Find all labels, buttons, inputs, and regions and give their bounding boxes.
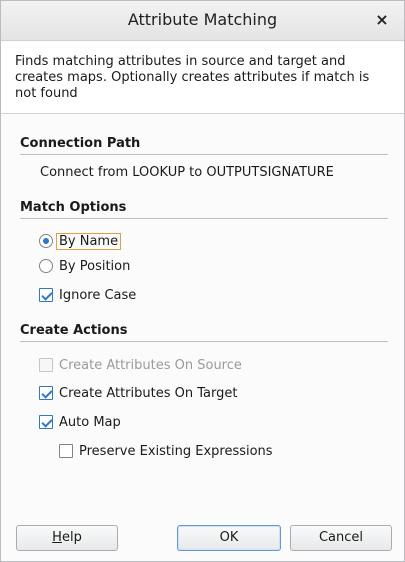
auto-map-label: Auto Map	[59, 414, 121, 430]
auto-map-checkbox[interactable]: Auto Map	[39, 412, 121, 432]
radio-unselected-icon[interactable]	[39, 259, 53, 273]
radio-selected-icon[interactable]	[39, 234, 53, 248]
match-options-heading: Match Options	[20, 200, 388, 219]
checkbox-checked-icon[interactable]	[39, 415, 53, 429]
ignore-case-label: Ignore Case	[59, 287, 137, 303]
attribute-matching-dialog: Attribute Matching × Finds matching attr…	[0, 0, 405, 562]
help-label: elp	[61, 530, 82, 545]
by-position-label: By Position	[59, 258, 131, 274]
dialog-title: Attribute Matching	[127, 10, 278, 29]
preserve-expressions-label: Preserve Existing Expressions	[79, 443, 273, 459]
checkbox-checked-icon[interactable]	[39, 386, 53, 400]
create-on-source-label: Create Attributes On Source	[59, 357, 242, 373]
close-icon[interactable]: ×	[372, 9, 392, 31]
create-on-source-checkbox: Create Attributes On Source	[39, 355, 242, 375]
by-name-label: By Name	[56, 232, 122, 250]
title-bar: Attribute Matching ×	[1, 1, 404, 41]
create-actions-heading: Create Actions	[20, 323, 388, 342]
help-mnemonic: H	[52, 530, 62, 545]
checkbox-disabled-icon	[39, 358, 53, 372]
create-on-target-checkbox[interactable]: Create Attributes On Target	[39, 383, 237, 403]
dialog-description: Finds matching attributes in source and …	[1, 42, 404, 114]
connection-path-heading: Connection Path	[20, 136, 388, 155]
cancel-button[interactable]: Cancel	[290, 525, 392, 551]
ignore-case-checkbox[interactable]: Ignore Case	[39, 285, 136, 305]
help-button[interactable]: Help	[16, 525, 118, 551]
checkbox-unchecked-icon[interactable]	[59, 444, 73, 458]
by-name-radio[interactable]: By Name	[39, 231, 122, 251]
preserve-expressions-checkbox[interactable]: Preserve Existing Expressions	[59, 441, 273, 461]
create-on-target-label: Create Attributes On Target	[59, 385, 238, 401]
checkbox-checked-icon[interactable]	[39, 288, 53, 302]
connection-path-text: Connect from LOOKUP to OUTPUTSIGNATURE	[40, 165, 334, 180]
ok-button[interactable]: OK	[177, 525, 281, 551]
by-position-radio[interactable]: By Position	[39, 256, 130, 276]
